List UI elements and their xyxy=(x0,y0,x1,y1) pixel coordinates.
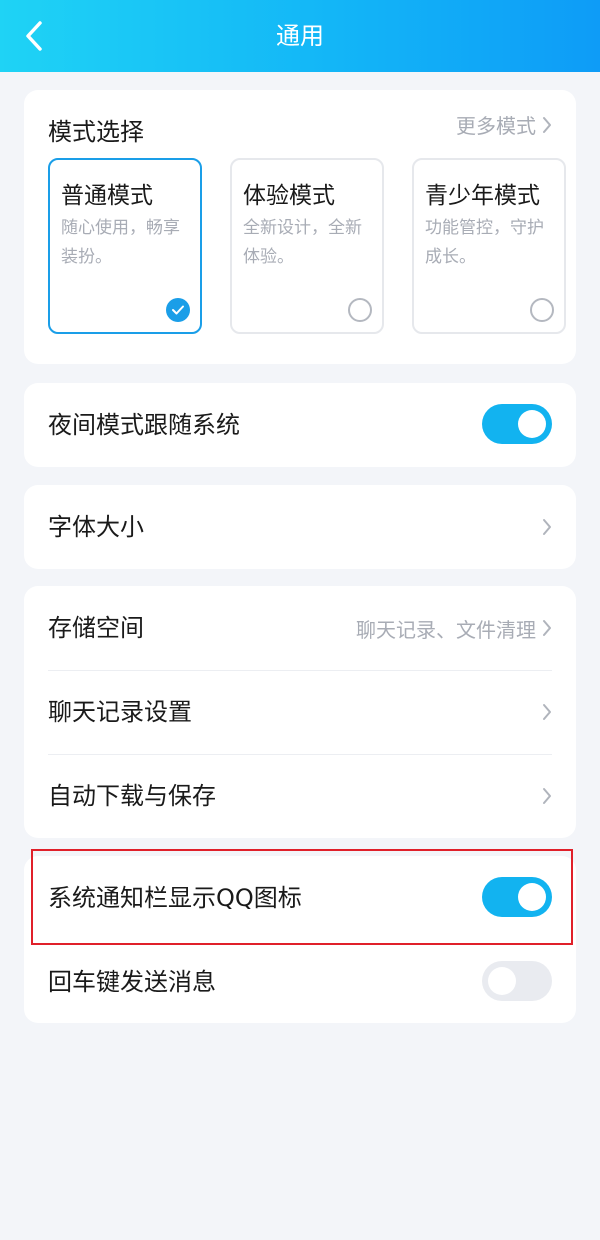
auto-download-row[interactable]: 自动下载与保存 xyxy=(24,754,576,838)
storage-label: 存储空间 xyxy=(48,614,144,642)
storage-value: 聊天记录、文件清理 xyxy=(356,617,536,642)
chat-history-settings-row[interactable]: 聊天记录设置 xyxy=(24,670,576,754)
chevron-right-icon xyxy=(543,519,551,535)
storage-row[interactable]: 存储空间 聊天记录、文件清理 xyxy=(24,586,576,670)
toggle-knob xyxy=(488,967,516,995)
mode-option-teen[interactable]: 青少年模式 功能管控，守护成长。 xyxy=(412,158,566,334)
night-mode-row: 夜间模式跟随系统 xyxy=(24,383,576,467)
mode-name: 体验模式 xyxy=(243,183,335,209)
mode-description: 全新设计，全新体验。 xyxy=(243,218,362,267)
night-mode-label: 夜间模式跟随系统 xyxy=(48,411,240,439)
enter-to-send-row: 回车键发送消息 xyxy=(24,940,576,1024)
mode-selection-card: 模式选择 更多模式 普通模式 随心使用，畅享装扮。 体验模式 全新设计，全新体验… xyxy=(24,90,576,364)
mode-name: 青少年模式 xyxy=(425,183,540,209)
page-title: 通用 xyxy=(276,22,324,50)
row-right xyxy=(536,754,552,838)
night-mode-card: 夜间模式跟随系统 xyxy=(24,383,576,467)
more-modes-label: 更多模式 xyxy=(456,114,536,138)
mode-description: 随心使用，畅享装扮。 xyxy=(61,218,180,267)
row-right xyxy=(536,485,552,569)
chat-history-settings-label: 聊天记录设置 xyxy=(48,698,192,726)
mode-section-title: 模式选择 xyxy=(48,118,144,146)
chevron-right-icon xyxy=(543,788,551,804)
notification-icon-toggle[interactable] xyxy=(482,877,552,917)
enter-to-send-toggle[interactable] xyxy=(482,961,552,1001)
font-size-label: 字体大小 xyxy=(48,513,144,541)
mode-description: 功能管控，守护成长。 xyxy=(425,218,544,267)
radio-unchecked[interactable] xyxy=(530,298,554,322)
toggle-knob xyxy=(518,410,546,438)
radio-unchecked[interactable] xyxy=(348,298,372,322)
chevron-right-icon xyxy=(543,704,551,720)
row-right: 聊天记录、文件清理 xyxy=(356,586,552,670)
row-right xyxy=(536,670,552,754)
storage-group-card: 存储空间 聊天记录、文件清理 聊天记录设置 自动下载与保存 xyxy=(24,586,576,838)
font-size-card: 字体大小 xyxy=(24,485,576,569)
notification-icon-label: 系统通知栏显示QQ图标 xyxy=(48,884,302,912)
checkmark-icon xyxy=(172,305,184,315)
chevron-right-icon xyxy=(543,620,551,636)
night-mode-toggle[interactable] xyxy=(482,404,552,444)
more-modes-link[interactable]: 更多模式 xyxy=(456,110,552,139)
radio-checked[interactable] xyxy=(166,298,190,322)
mode-name: 普通模式 xyxy=(61,183,153,209)
notification-icon-row: 系统通知栏显示QQ图标 xyxy=(24,856,576,940)
toggles-group-card: 系统通知栏显示QQ图标 回车键发送消息 xyxy=(24,856,576,1023)
enter-to-send-label: 回车键发送消息 xyxy=(48,968,216,996)
title-bar: 通用 xyxy=(0,0,600,72)
auto-download-label: 自动下载与保存 xyxy=(48,782,216,810)
toggle-knob xyxy=(518,883,546,911)
mode-option-normal[interactable]: 普通模式 随心使用，畅享装扮。 xyxy=(48,158,202,334)
mode-option-experience[interactable]: 体验模式 全新设计，全新体验。 xyxy=(230,158,384,334)
chevron-right-icon xyxy=(543,116,551,133)
font-size-row[interactable]: 字体大小 xyxy=(24,485,576,569)
